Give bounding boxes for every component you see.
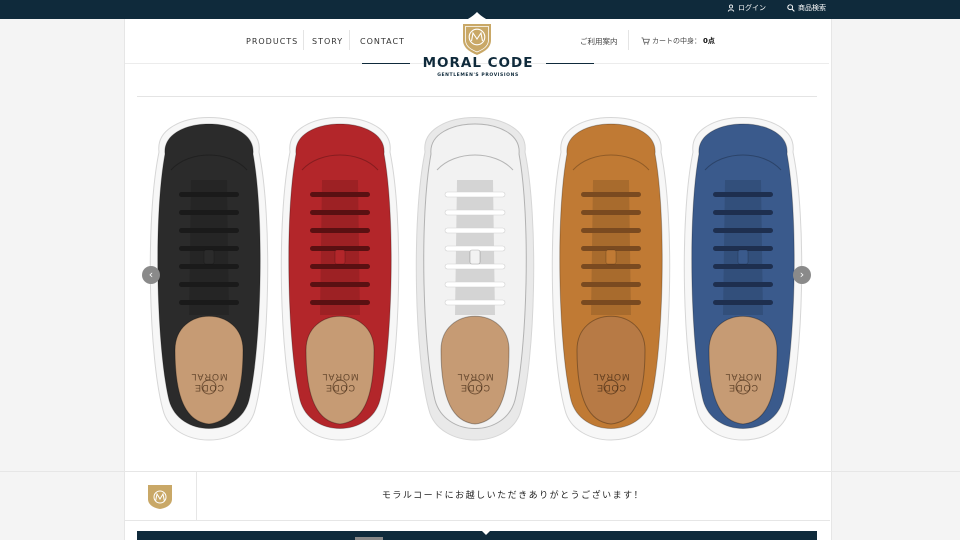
sneaker: CODEMORAL: [149, 117, 269, 441]
insole-text: CODE: [596, 383, 626, 393]
login-label: ログイン: [738, 4, 766, 12]
login-link[interactable]: ログイン: [727, 3, 766, 13]
nav-products[interactable]: PRODUCTS: [246, 37, 298, 46]
guide-link[interactable]: ご利用案内: [580, 36, 618, 47]
cart-count: 0点: [703, 37, 715, 45]
product-search-label: 商品検索: [798, 4, 826, 12]
nav-contact[interactable]: CONTACT: [360, 37, 405, 46]
product-search-link[interactable]: 商品検索: [787, 3, 826, 13]
welcome-message: モラルコードにお越しいただきありがとうございます！: [381, 491, 645, 501]
brand-badge-icon[interactable]: [452, 11, 502, 59]
sneaker: CODEMORAL: [280, 117, 400, 441]
hero-slideshow-image: CODEMORALCODEMORALCODEMORALCODEMORALCODE…: [137, 100, 817, 460]
brand-rule-left: [362, 63, 410, 64]
nav-divider: [349, 30, 350, 50]
welcome-bottom-line: [124, 520, 830, 521]
slider-top-line: [137, 96, 817, 97]
arrow-left-icon[interactable]: ‹: [142, 266, 160, 284]
nav-divider: [303, 30, 304, 50]
insole-text: CODE: [728, 383, 758, 393]
brand-badge-icon: [148, 485, 172, 509]
brand-tagline: GENTLEMEN'S PROVISIONS: [437, 73, 519, 78]
sneaker: CODEMORAL: [551, 117, 671, 441]
banner-notch: [480, 529, 492, 535]
cart-icon: [641, 37, 650, 45]
insole-text: CODE: [460, 383, 490, 393]
sneaker: CODEMORAL: [683, 117, 803, 441]
cart-label: カートの中身：: [652, 37, 701, 45]
header-divider: [628, 30, 629, 50]
nav-story[interactable]: STORY: [312, 37, 343, 46]
cart-link[interactable]: カートの中身： 0点: [641, 36, 715, 46]
insole-text: CODE: [325, 383, 355, 393]
sneaker: CODEMORAL: [415, 117, 535, 441]
welcome-top-line: [0, 471, 960, 472]
brand-logo-text[interactable]: MORAL CODE: [415, 55, 541, 71]
user-icon: [727, 4, 735, 12]
search-icon: [787, 4, 795, 12]
footer-banner-bar: [137, 531, 817, 540]
insole-text: CODE: [194, 383, 224, 393]
arrow-right-icon[interactable]: ›: [793, 266, 811, 284]
brand-rule-right: [546, 63, 594, 64]
